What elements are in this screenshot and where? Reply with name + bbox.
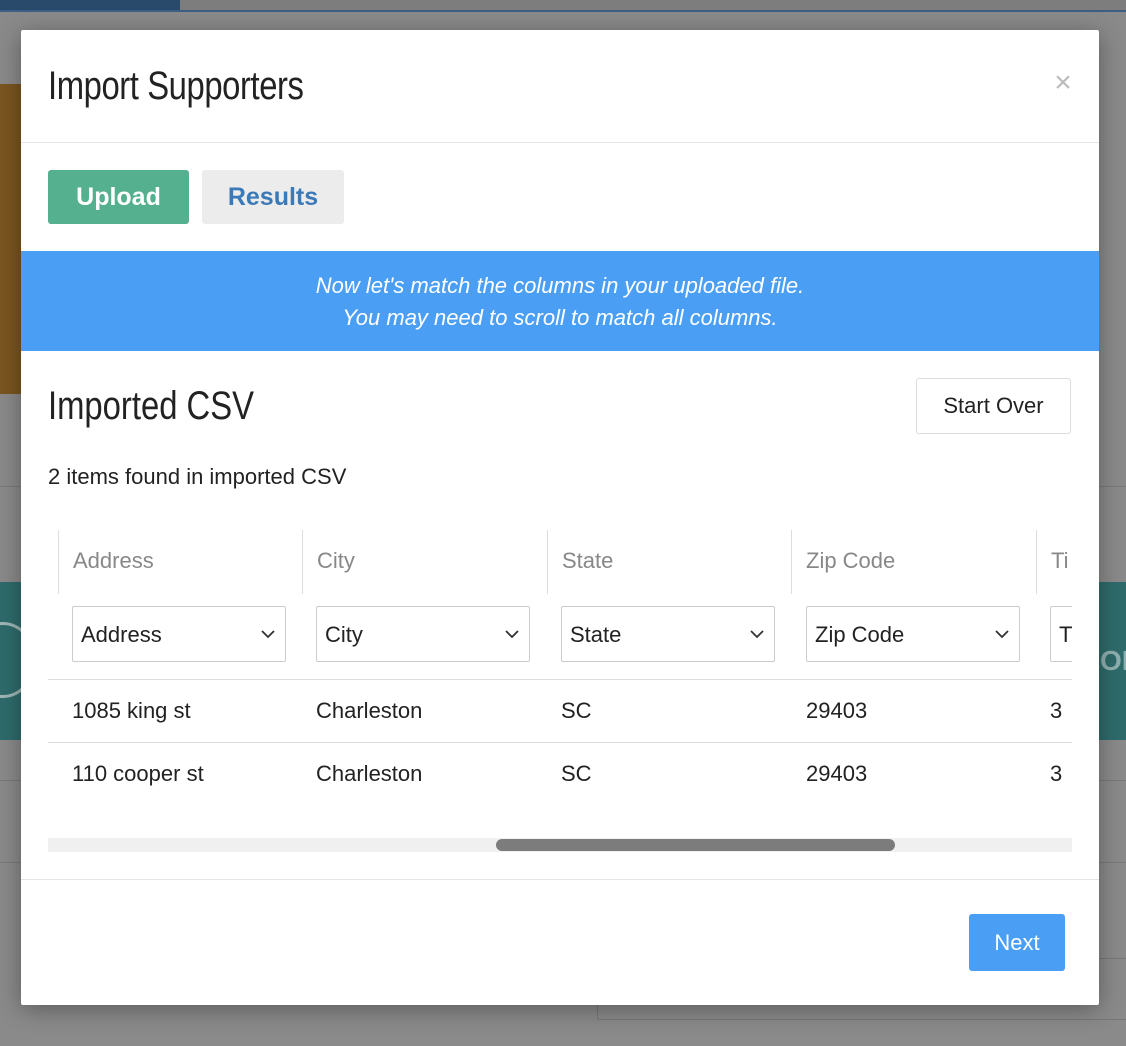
modal-title: Import Supporters: [48, 64, 304, 108]
select-value: Zip Code: [815, 622, 905, 647]
column-header-label: State: [562, 548, 614, 573]
horizontal-scrollbar[interactable]: [48, 838, 1072, 852]
table-cell-address: 110 cooper st: [72, 761, 204, 786]
column-select-address[interactable]: Address: [72, 606, 286, 662]
column-header-state: State: [547, 530, 782, 594]
table-cell-partial: 3: [1050, 761, 1063, 786]
next-button[interactable]: Next: [969, 914, 1065, 971]
table-cell-city: Charleston: [316, 698, 423, 723]
close-icon[interactable]: ×: [1051, 68, 1075, 98]
column-header-address: Address: [58, 530, 293, 594]
table-cell-state: SC: [561, 761, 592, 786]
select-value: T: [1059, 622, 1072, 647]
banner-line-2: You may need to scroll to match all colu…: [342, 305, 778, 330]
column-header-label: Address: [73, 548, 154, 573]
scrollbar-thumb[interactable]: [496, 839, 895, 851]
tab-upload[interactable]: Upload: [48, 170, 189, 224]
table-cell-zip-code: 29403: [806, 698, 868, 723]
column-header-label: Zip Code: [806, 548, 896, 573]
column-header-label: Ti: [1051, 548, 1069, 573]
banner-line-1: Now let's match the columns in your uplo…: [315, 273, 805, 298]
start-over-button[interactable]: Start Over: [916, 378, 1071, 434]
background-teal-text: OR: [1100, 645, 1126, 676]
tab-results[interactable]: Results: [202, 170, 344, 224]
table-cell-city: Charleston: [316, 761, 423, 786]
table-cell-address: 1085 king st: [72, 698, 191, 723]
column-header-city: City: [302, 530, 537, 594]
column-select-state[interactable]: State: [561, 606, 775, 662]
row-divider: [48, 679, 1072, 680]
column-header-zip-code: Zip Code: [791, 530, 1026, 594]
select-value: City: [325, 622, 363, 647]
import-supporters-modal: Import Supporters × Upload Results Now l…: [21, 30, 1099, 1005]
table-cell-partial: 3: [1050, 698, 1063, 723]
column-select-city[interactable]: City: [316, 606, 530, 662]
items-found-text: 2 items found in imported CSV: [48, 464, 347, 489]
chevron-down-icon: [505, 630, 519, 639]
chevron-down-icon: [261, 630, 275, 639]
chevron-down-icon: [750, 630, 764, 639]
footer-divider: [21, 879, 1099, 880]
column-select-zip-code[interactable]: Zip Code: [806, 606, 1020, 662]
table-cell-state: SC: [561, 698, 592, 723]
info-banner: Now let's match the columns in your uplo…: [21, 251, 1099, 351]
csv-table[interactable]: Address City State Zip Code Ti Address C…: [48, 530, 1072, 830]
background-topbar-tab: [0, 0, 180, 10]
select-value: Address: [81, 622, 162, 647]
section-title: Imported CSV: [48, 384, 254, 428]
row-divider: [48, 742, 1072, 743]
modal-header: Import Supporters ×: [21, 30, 1099, 143]
background-orange-panel: [0, 84, 22, 394]
select-value: State: [570, 622, 622, 647]
column-select-partial[interactable]: T: [1050, 606, 1072, 662]
chevron-down-icon: [995, 630, 1009, 639]
column-header-label: City: [317, 548, 355, 573]
column-header-partial: Ti: [1036, 530, 1072, 594]
table-cell-zip-code: 29403: [806, 761, 868, 786]
